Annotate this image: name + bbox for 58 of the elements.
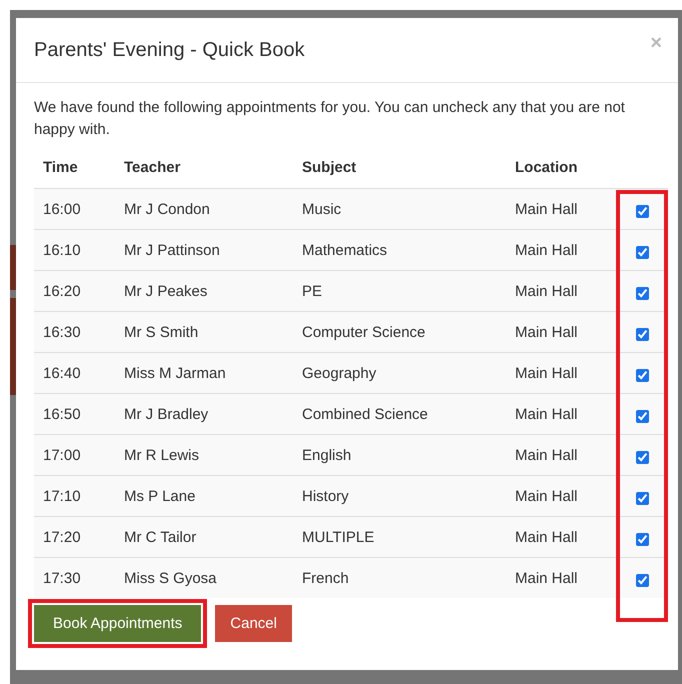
teacher-cell: Miss M Jarman	[124, 364, 226, 382]
location-cell: Main Hall	[515, 406, 578, 422]
subject-cell: English	[302, 446, 352, 464]
appointment-checkbox[interactable]	[636, 410, 648, 422]
dialog-title: Parents' Evening - Quick Book	[34, 38, 305, 62]
intro-text: We have found the following appointments for you. You can uncheck any that you are not happy with.	[34, 98, 626, 140]
subject-cell: Mathematics	[302, 242, 388, 258]
teacher-cell: Mr J Bradley	[124, 406, 208, 422]
location-cell: Main Hall	[515, 364, 578, 382]
teacher-cell: Mr C Tailor	[124, 528, 196, 546]
teacher-cell: Mr S Smith	[124, 324, 198, 340]
location-cell: Main Hall	[515, 282, 578, 300]
time-cell: 17:00	[43, 446, 81, 464]
appointment-checkbox[interactable]	[636, 246, 648, 258]
appointment-checkbox[interactable]	[636, 204, 648, 218]
subject-cell: Combined Science	[302, 406, 428, 422]
time-cell: 17:20	[43, 528, 81, 546]
cancel-button[interactable]: Cancel	[215, 605, 292, 642]
column-header: Subject	[302, 159, 356, 176]
location-cell: Main Hall	[515, 528, 578, 546]
subject-cell: French	[302, 570, 349, 586]
teacher-cell: Mr J Pattinson	[124, 242, 220, 258]
appointment-checkbox[interactable]	[636, 328, 648, 340]
location-cell: Main Hall	[515, 570, 578, 586]
teacher-cell: Mr J Condon	[124, 200, 210, 218]
time-cell: 16:10	[43, 242, 81, 258]
subject-cell: PE	[302, 282, 322, 300]
column-header: Location	[515, 159, 578, 176]
subject-cell: History	[302, 488, 349, 504]
location-cell: Main Hall	[515, 446, 578, 464]
time-cell: 17:10	[43, 488, 81, 504]
time-cell: 16:40	[43, 364, 81, 382]
appointment-checkbox[interactable]	[636, 532, 648, 546]
location-cell: Main Hall	[515, 242, 578, 258]
column-header: Teacher	[124, 159, 180, 176]
time-cell: 16:20	[43, 282, 81, 300]
appointment-checkbox[interactable]	[636, 450, 648, 464]
column-header: Time	[43, 159, 78, 176]
time-cell: 16:00	[43, 200, 81, 218]
subject-cell: Music	[302, 200, 342, 218]
subject-cell: Computer Science	[302, 324, 426, 340]
appointment-checkbox[interactable]	[636, 368, 648, 382]
time-cell: 17:30	[43, 570, 81, 586]
time-cell: 16:50	[43, 406, 81, 422]
time-cell: 16:30	[43, 324, 81, 340]
subject-cell: MULTIPLE	[302, 528, 374, 546]
teacher-cell: Ms P Lane	[124, 488, 196, 504]
teacher-cell: Mr J Peakes	[124, 282, 208, 300]
appointment-checkbox[interactable]	[636, 574, 648, 586]
appointment-checkbox[interactable]	[636, 492, 648, 504]
subject-cell: Geography	[302, 364, 376, 382]
location-cell: Main Hall	[515, 200, 578, 218]
teacher-cell: Miss S Gyosa	[124, 570, 217, 586]
location-cell: Main Hall	[515, 324, 578, 340]
location-cell: Main Hall	[515, 488, 578, 504]
teacher-cell: Mr R Lewis	[124, 446, 200, 464]
appointment-checkbox[interactable]	[636, 286, 648, 300]
book-appointments-button[interactable]: Book Appointments	[28, 599, 208, 648]
